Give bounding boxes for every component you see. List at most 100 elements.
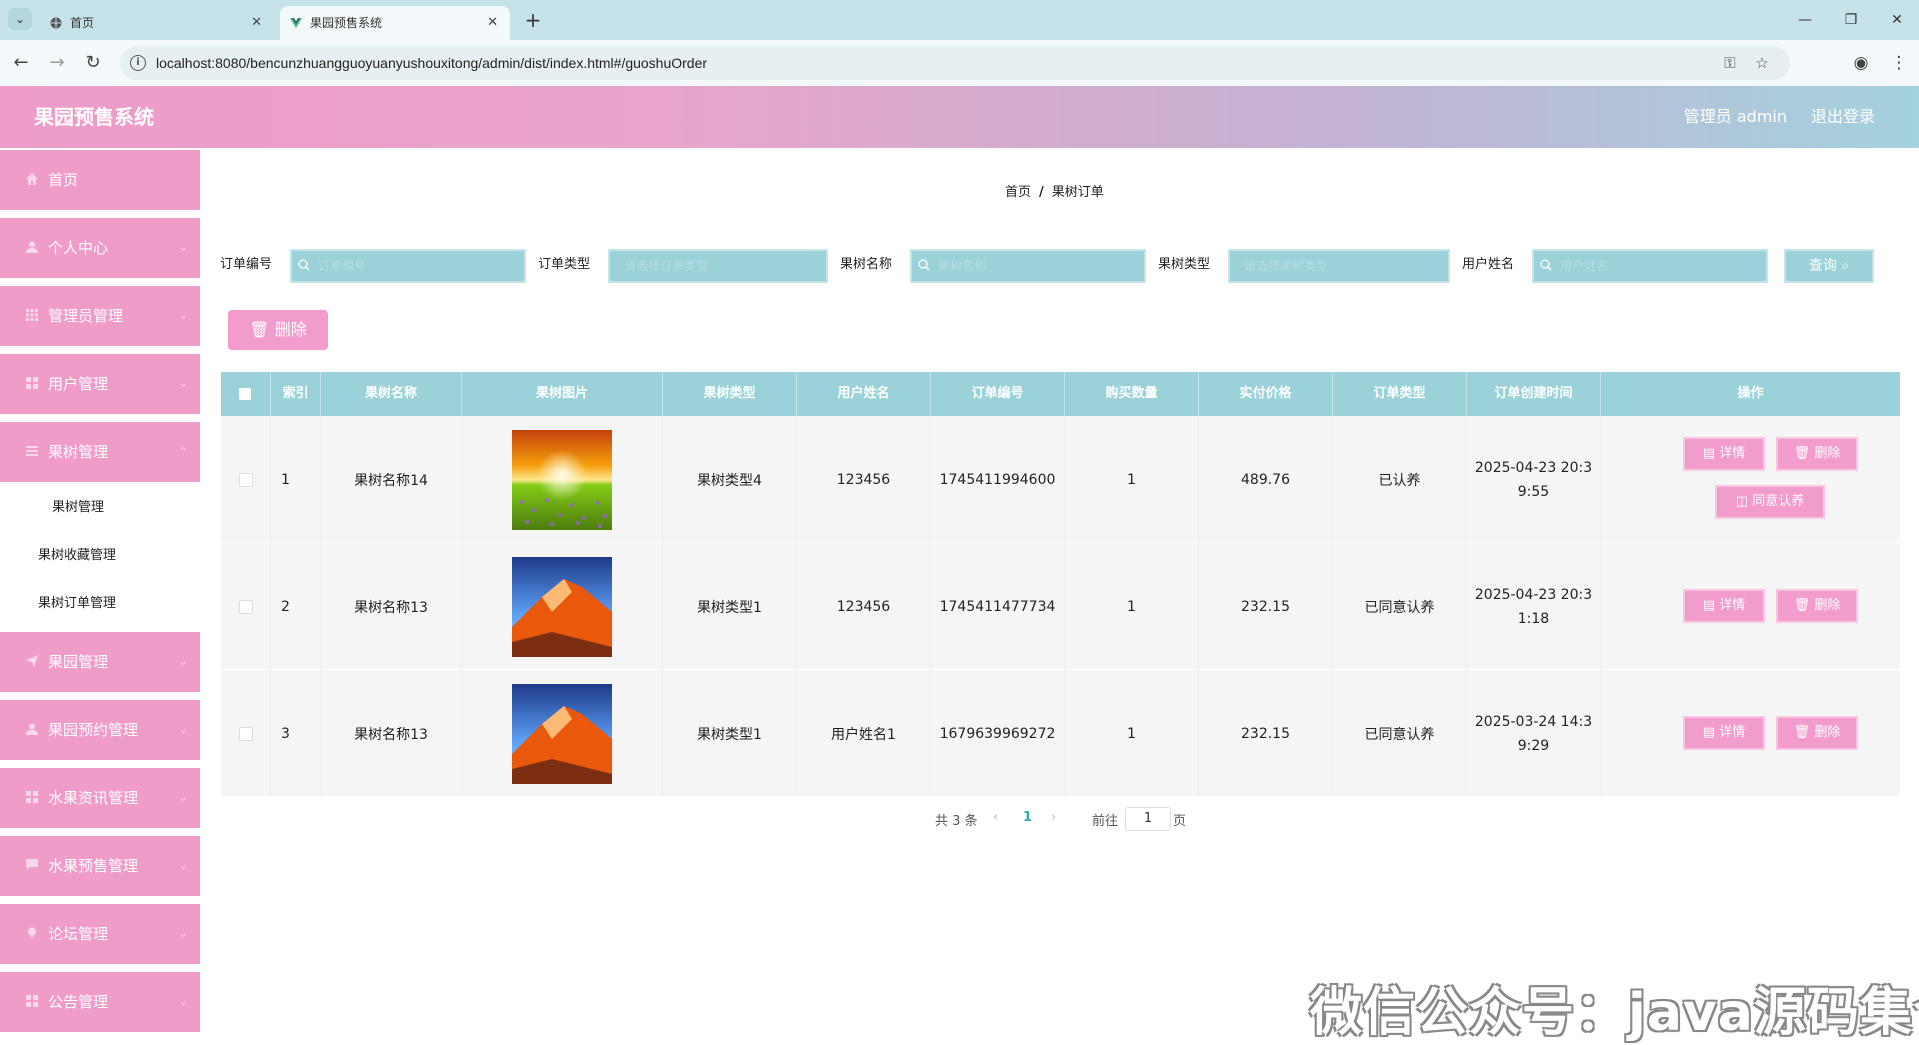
sidebar-item-home[interactable]: 首页 (0, 150, 200, 211)
breadcrumb-home[interactable]: 首页 (1005, 185, 1031, 200)
sidebar-item-news[interactable]: 水果资讯管理 ⌄ (0, 768, 200, 829)
tab-search-button[interactable]: ⌄ (8, 8, 32, 30)
sidebar-item-orchards[interactable]: 果园管理 ⌄ (0, 632, 200, 693)
query-button[interactable]: 查询 ⌕ (1784, 249, 1874, 283)
sidebar-item-presale[interactable]: 水果预售管理 ⌄ (0, 836, 200, 897)
cell-order-no: 1745411477734 (931, 543, 1065, 670)
cell-price: 232.15 (1199, 543, 1333, 670)
trash-icon: 🗑︎ (1793, 446, 1815, 461)
menu-kebab-icon[interactable]: ⋮ (1886, 50, 1912, 76)
tree-type-select[interactable]: 请选择果树类型 (1228, 249, 1450, 283)
cell-order-no: 1679639969272 (931, 670, 1065, 797)
sidebar-item-reservations[interactable]: 果园预约管理 ⌄ (0, 700, 200, 761)
current-user: 管理员 admin (1683, 107, 1787, 126)
table-header: 索引 果树名称 果树图片 果树类型 用户姓名 订单编号 购买数量 实付价格 订单… (221, 372, 1900, 416)
cell-actions: ▤ 详情 🗑︎ 删除 (1601, 543, 1900, 670)
cell-price: 232.15 (1199, 670, 1333, 797)
goto-page-input[interactable]: 1 (1125, 807, 1171, 831)
back-icon[interactable]: ← (8, 50, 34, 76)
sidebar-item-users[interactable]: 用户管理 ⌄ (0, 354, 200, 415)
page-number-current[interactable]: 1 (1023, 810, 1032, 825)
bookmark-star-icon[interactable]: ☆ (1752, 53, 1772, 73)
filter-label-tree-type: 果树类型 (1158, 257, 1211, 272)
detail-button-label: 详情 (1719, 598, 1746, 613)
approve-adopt-button[interactable]: ◫ 同意认养 (1715, 485, 1825, 519)
sidebar-item-label: 管理员管理 (48, 307, 124, 325)
sidebar-item-label: 论坛管理 (48, 925, 109, 943)
cell-index: 1 (271, 416, 321, 543)
row-checkbox[interactable] (238, 599, 253, 614)
sidebar-item-trees[interactable]: 果树管理 ⌃ (0, 422, 200, 483)
restore-icon[interactable]: ❐ (1836, 8, 1866, 32)
tree-image-orange-rock[interactable] (512, 556, 612, 657)
cell-order-type: 已同意认养 (1333, 543, 1467, 670)
delete-row-button-label: 删除 (1814, 598, 1841, 613)
select-all-checkbox[interactable] (239, 388, 251, 400)
delete-row-button[interactable]: 🗑︎ 删除 (1776, 437, 1858, 471)
order-no-input[interactable]: 订单编号 (290, 249, 526, 283)
list-icon (26, 446, 38, 456)
cell-tree-image (462, 543, 663, 670)
prev-page-icon[interactable]: ‹ (993, 810, 998, 825)
next-page-icon[interactable]: › (1051, 810, 1056, 825)
key-icon[interactable]: ⚿ (1720, 53, 1740, 73)
new-tab-button[interactable]: + (520, 7, 546, 33)
chevron-down-icon: ⌄ (178, 655, 188, 668)
doc-icon: ▤ (1702, 598, 1720, 613)
site-info-icon[interactable]: i (130, 55, 146, 71)
chat-icon (26, 859, 38, 870)
cell-tree-image (462, 670, 663, 797)
sidebar-item-admin[interactable]: 管理员管理 ⌄ (0, 286, 200, 347)
trash-icon: 🗑︎ (249, 320, 270, 339)
cell-index: 3 (271, 670, 321, 797)
cell-tree-image (462, 416, 663, 543)
chevron-down-icon: ⌄ (178, 995, 188, 1008)
reload-icon[interactable]: ↻ (80, 50, 106, 76)
detail-button[interactable]: ▤ 详情 (1683, 716, 1765, 750)
cell-tree-name: 果树名称13 (321, 543, 462, 670)
filter-label-tree-name: 果树名称 (840, 257, 893, 272)
cell-user-name: 123456 (797, 543, 931, 670)
delete-row-button[interactable]: 🗑︎ 删除 (1776, 716, 1858, 750)
address-bar[interactable]: i localhost:8080/bencunzhuangguoyuanyush… (120, 46, 1790, 80)
tree-image-sunset-field[interactable] (512, 429, 612, 530)
row-checkbox[interactable] (238, 726, 253, 741)
detail-button[interactable]: ▤ 详情 (1683, 589, 1765, 623)
batch-delete-button[interactable]: 🗑︎ 删除 (228, 310, 328, 350)
detail-button[interactable]: ▤ 详情 (1683, 437, 1765, 471)
logout-link[interactable]: 退出登录 (1811, 86, 1875, 148)
sidebar-item-forum[interactable]: 论坛管理 ⌄ (0, 904, 200, 965)
close-icon[interactable]: ✕ (487, 6, 498, 40)
cell-quantity: 1 (1065, 543, 1199, 670)
submenu-item-tree-orders[interactable]: 果树订单管理 (0, 580, 200, 628)
sidebar-item-profile[interactable]: 个人中心 ⌄ (0, 218, 200, 279)
created-time-line2: 9:55 (1517, 483, 1550, 500)
window-close-icon[interactable]: ✕ (1882, 8, 1912, 32)
tree-name-input[interactable]: 果树名称 (910, 249, 1146, 283)
submenu-item-tree-manage[interactable]: 果树管理 (0, 484, 200, 532)
search-icon (1540, 259, 1552, 271)
forward-icon[interactable]: → (44, 50, 70, 76)
minimize-icon[interactable]: — (1790, 8, 1820, 32)
user-name-input[interactable]: 用户姓名 (1532, 249, 1768, 283)
tree-image-orange-rock[interactable] (512, 683, 612, 784)
delete-row-button[interactable]: 🗑︎ 删除 (1776, 589, 1858, 623)
header-select-all[interactable] (221, 372, 271, 416)
close-icon[interactable]: ✕ (251, 6, 262, 40)
submenu-item-tree-favorites[interactable]: 果树收藏管理 (0, 532, 200, 580)
detail-button-label: 详情 (1719, 725, 1746, 740)
browser-tab-active[interactable]: 果园预售系统 ✕ (280, 6, 510, 40)
sidebar-item-notices[interactable]: 公告管理 ⌄ (0, 972, 200, 1033)
row-checkbox[interactable] (238, 472, 253, 487)
browser-toolbar: ← → ↻ i localhost:8080/bencunzhuangguoyu… (0, 40, 1919, 86)
browser-tab-home[interactable]: 首页 ✕ (40, 6, 274, 40)
chevron-down-icon: ⌄ (178, 309, 188, 322)
header-order-no: 订单编号 (931, 372, 1065, 416)
profile-icon[interactable]: ◉ (1848, 50, 1874, 76)
cell-tree-name: 果树名称13 (321, 670, 462, 797)
created-time-line1: 2025-03-24 14:3 (1474, 713, 1593, 730)
order-type-select[interactable]: 请选择订单类型 (608, 249, 828, 283)
tab-title: 果园预售系统 (310, 16, 383, 30)
app-header: 果园预售系统 管理员 admin 退出登录 (0, 86, 1919, 148)
browser-tab-bar: ⌄ 首页 ✕ 果园预售系统 ✕ + — ❐ ✕ (0, 0, 1919, 40)
